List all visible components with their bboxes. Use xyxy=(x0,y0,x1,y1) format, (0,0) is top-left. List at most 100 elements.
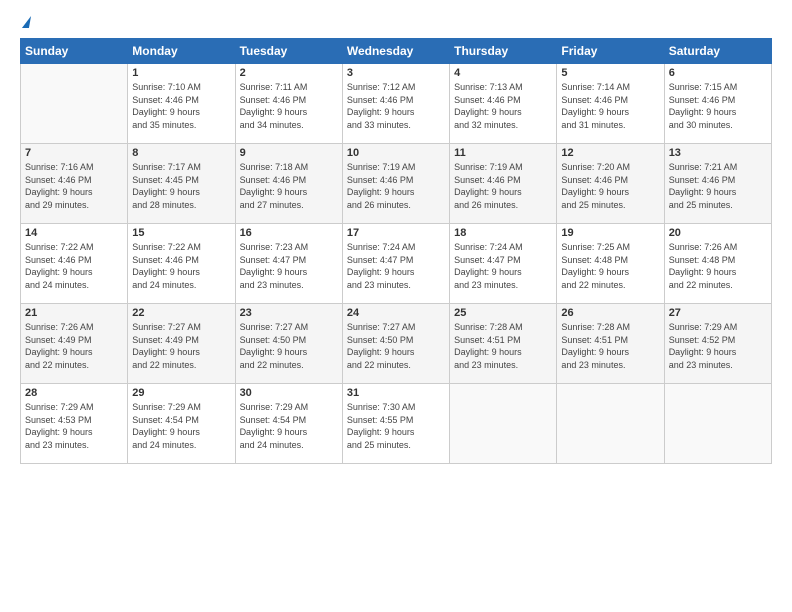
calendar-container: SundayMondayTuesdayWednesdayThursdayFrid… xyxy=(0,0,792,612)
day-info: Sunrise: 7:25 AM Sunset: 4:48 PM Dayligh… xyxy=(561,241,659,291)
calendar-cell: 28 Sunrise: 7:29 AM Sunset: 4:53 PM Dayli… xyxy=(21,384,128,464)
calendar-cell xyxy=(450,384,557,464)
calendar-cell: 11Sunrise: 7:19 AM Sunset: 4:46 PM Dayli… xyxy=(450,144,557,224)
calendar-cell: 13 Sunrise: 7:21 AM Sunset: 4:46 PM Dayli… xyxy=(664,144,771,224)
calendar-cell: 25 Sunrise: 7:28 AM Sunset: 4:51 PM Dayli… xyxy=(450,304,557,384)
calendar-day-header: Saturday xyxy=(664,39,771,64)
day-info: Sunrise: 7:13 AM Sunset: 4:46 PM Dayligh… xyxy=(454,81,552,131)
day-number: 10 xyxy=(347,147,445,159)
day-info: Sunrise: 7:22 AM Sunset: 4:46 PM Dayligh… xyxy=(25,241,123,291)
calendar-cell: 26 Sunrise: 7:28 AM Sunset: 4:51 PM Dayli… xyxy=(557,304,664,384)
day-number: 12 xyxy=(561,147,659,159)
day-number: 4 xyxy=(454,67,552,79)
day-info: Sunrise: 7:16 AM Sunset: 4:46 PM Dayligh… xyxy=(25,161,123,211)
day-number: 25 xyxy=(454,307,552,319)
calendar-cell: 3 Sunrise: 7:12 AM Sunset: 4:46 PM Daylig… xyxy=(342,64,449,144)
calendar-cell: 9Sunrise: 7:18 AM Sunset: 4:46 PM Daylig… xyxy=(235,144,342,224)
calendar-week-row: 21 Sunrise: 7:26 AM Sunset: 4:49 PM Dayli… xyxy=(21,304,772,384)
day-number: 30 xyxy=(240,387,338,399)
calendar-cell: 1 Sunrise: 7:10 AM Sunset: 4:46 PM Daylig… xyxy=(128,64,235,144)
calendar-cell: 16 Sunrise: 7:23 AM Sunset: 4:47 PM Dayli… xyxy=(235,224,342,304)
day-number: 3 xyxy=(347,67,445,79)
calendar-cell: 31 Sunrise: 7:30 AM Sunset: 4:55 PM Dayli… xyxy=(342,384,449,464)
calendar-cell: 23Sunrise: 7:27 AM Sunset: 4:50 PM Dayli… xyxy=(235,304,342,384)
day-number: 27 xyxy=(669,307,767,319)
day-number: 24 xyxy=(347,307,445,319)
calendar-cell: 17 Sunrise: 7:24 AM Sunset: 4:47 PM Dayli… xyxy=(342,224,449,304)
calendar-cell: 4 Sunrise: 7:13 AM Sunset: 4:46 PM Daylig… xyxy=(450,64,557,144)
calendar-day-header: Friday xyxy=(557,39,664,64)
day-number: 29 xyxy=(132,387,230,399)
day-info: Sunrise: 7:24 AM Sunset: 4:47 PM Dayligh… xyxy=(454,241,552,291)
day-number: 28 xyxy=(25,387,123,399)
calendar-day-header: Wednesday xyxy=(342,39,449,64)
calendar-cell xyxy=(557,384,664,464)
day-number: 7 xyxy=(25,147,123,159)
calendar-header-row: SundayMondayTuesdayWednesdayThursdayFrid… xyxy=(21,39,772,64)
calendar-cell: 15 Sunrise: 7:22 AM Sunset: 4:46 PM Dayli… xyxy=(128,224,235,304)
day-number: 13 xyxy=(669,147,767,159)
calendar-cell: 22Sunrise: 7:27 AM Sunset: 4:49 PM Dayli… xyxy=(128,304,235,384)
day-number: 26 xyxy=(561,307,659,319)
day-number: 21 xyxy=(25,307,123,319)
calendar-day-header: Sunday xyxy=(21,39,128,64)
calendar-cell: 24 Sunrise: 7:27 AM Sunset: 4:50 PM Dayli… xyxy=(342,304,449,384)
day-number: 15 xyxy=(132,227,230,239)
logo-icon xyxy=(22,16,31,28)
day-info: Sunrise: 7:28 AM Sunset: 4:51 PM Dayligh… xyxy=(454,321,552,371)
calendar-cell: 19Sunrise: 7:25 AM Sunset: 4:48 PM Dayli… xyxy=(557,224,664,304)
day-info: Sunrise: 7:29 AM Sunset: 4:52 PM Dayligh… xyxy=(669,321,767,371)
calendar-cell: 7 Sunrise: 7:16 AM Sunset: 4:46 PM Daylig… xyxy=(21,144,128,224)
day-info: Sunrise: 7:17 AM Sunset: 4:45 PM Dayligh… xyxy=(132,161,230,211)
header xyxy=(20,16,772,28)
day-info: Sunrise: 7:26 AM Sunset: 4:48 PM Dayligh… xyxy=(669,241,767,291)
day-number: 20 xyxy=(669,227,767,239)
day-info: Sunrise: 7:12 AM Sunset: 4:46 PM Dayligh… xyxy=(347,81,445,131)
calendar-table: SundayMondayTuesdayWednesdayThursdayFrid… xyxy=(20,38,772,464)
calendar-week-row: 28 Sunrise: 7:29 AM Sunset: 4:53 PM Dayli… xyxy=(21,384,772,464)
day-info: Sunrise: 7:29 AM Sunset: 4:54 PM Dayligh… xyxy=(132,401,230,451)
calendar-day-header: Tuesday xyxy=(235,39,342,64)
day-info: Sunrise: 7:22 AM Sunset: 4:46 PM Dayligh… xyxy=(132,241,230,291)
day-number: 2 xyxy=(240,67,338,79)
day-info: Sunrise: 7:28 AM Sunset: 4:51 PM Dayligh… xyxy=(561,321,659,371)
calendar-cell xyxy=(21,64,128,144)
calendar-cell: 14 Sunrise: 7:22 AM Sunset: 4:46 PM Dayli… xyxy=(21,224,128,304)
day-number: 18 xyxy=(454,227,552,239)
day-info: Sunrise: 7:21 AM Sunset: 4:46 PM Dayligh… xyxy=(669,161,767,211)
calendar-cell: 5Sunrise: 7:14 AM Sunset: 4:46 PM Daylig… xyxy=(557,64,664,144)
day-info: Sunrise: 7:27 AM Sunset: 4:49 PM Dayligh… xyxy=(132,321,230,371)
calendar-cell: 30Sunrise: 7:29 AM Sunset: 4:54 PM Dayli… xyxy=(235,384,342,464)
day-number: 14 xyxy=(25,227,123,239)
day-number: 1 xyxy=(132,67,230,79)
day-info: Sunrise: 7:10 AM Sunset: 4:46 PM Dayligh… xyxy=(132,81,230,131)
day-number: 17 xyxy=(347,227,445,239)
day-info: Sunrise: 7:20 AM Sunset: 4:46 PM Dayligh… xyxy=(561,161,659,211)
day-number: 8 xyxy=(132,147,230,159)
calendar-cell: 10 Sunrise: 7:19 AM Sunset: 4:46 PM Dayli… xyxy=(342,144,449,224)
calendar-cell: 18 Sunrise: 7:24 AM Sunset: 4:47 PM Dayli… xyxy=(450,224,557,304)
calendar-cell: 20 Sunrise: 7:26 AM Sunset: 4:48 PM Dayli… xyxy=(664,224,771,304)
day-number: 5 xyxy=(561,67,659,79)
day-info: Sunrise: 7:23 AM Sunset: 4:47 PM Dayligh… xyxy=(240,241,338,291)
day-number: 16 xyxy=(240,227,338,239)
day-info: Sunrise: 7:19 AM Sunset: 4:46 PM Dayligh… xyxy=(347,161,445,211)
day-number: 11 xyxy=(454,147,552,159)
logo xyxy=(20,16,30,28)
day-number: 6 xyxy=(669,67,767,79)
day-info: Sunrise: 7:24 AM Sunset: 4:47 PM Dayligh… xyxy=(347,241,445,291)
day-info: Sunrise: 7:26 AM Sunset: 4:49 PM Dayligh… xyxy=(25,321,123,371)
calendar-cell: 21 Sunrise: 7:26 AM Sunset: 4:49 PM Dayli… xyxy=(21,304,128,384)
calendar-cell: 27 Sunrise: 7:29 AM Sunset: 4:52 PM Dayli… xyxy=(664,304,771,384)
day-number: 31 xyxy=(347,387,445,399)
calendar-cell: 2Sunrise: 7:11 AM Sunset: 4:46 PM Daylig… xyxy=(235,64,342,144)
calendar-week-row: 1 Sunrise: 7:10 AM Sunset: 4:46 PM Daylig… xyxy=(21,64,772,144)
calendar-cell: 12 Sunrise: 7:20 AM Sunset: 4:46 PM Dayli… xyxy=(557,144,664,224)
day-info: Sunrise: 7:27 AM Sunset: 4:50 PM Dayligh… xyxy=(347,321,445,371)
calendar-cell: 8 Sunrise: 7:17 AM Sunset: 4:45 PM Daylig… xyxy=(128,144,235,224)
day-info: Sunrise: 7:27 AM Sunset: 4:50 PM Dayligh… xyxy=(240,321,338,371)
day-info: Sunrise: 7:29 AM Sunset: 4:53 PM Dayligh… xyxy=(25,401,123,451)
day-info: Sunrise: 7:30 AM Sunset: 4:55 PM Dayligh… xyxy=(347,401,445,451)
day-number: 9 xyxy=(240,147,338,159)
calendar-cell: 6Sunrise: 7:15 AM Sunset: 4:46 PM Daylig… xyxy=(664,64,771,144)
